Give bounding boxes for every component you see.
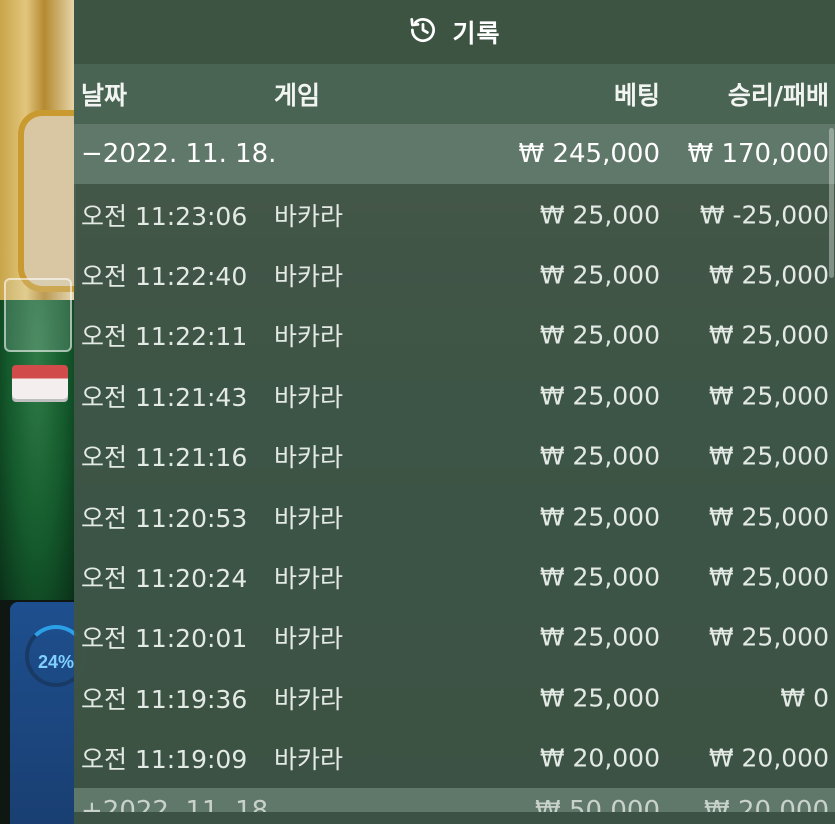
column-date: 날짜 [81, 81, 128, 110]
column-game: 게임 [274, 81, 321, 110]
progress-label: 24% [38, 652, 75, 672]
card-deck [12, 365, 68, 399]
scrollbar[interactable] [829, 128, 834, 278]
row-game: 바카라 [274, 563, 344, 593]
row-bet: ₩ 25,000 [539, 502, 660, 532]
row-time: 오전 11:21:43 [81, 382, 248, 412]
row-time: 오전 11:20:24 [81, 563, 248, 593]
row-time: 오전 11:22:40 [81, 261, 248, 291]
row-result: ₩ 25,000 [708, 260, 829, 290]
table-row: 오전 11:21:43 바카라 ₩ 25,000 ₩ 25,000 [74, 366, 835, 426]
table-row: 오전 11:19:36 바카라 ₩ 25,000 ₩ 0 [74, 668, 835, 728]
group-date: +2022. 11. 18. [81, 796, 277, 813]
group-bet-total: ₩ 245,000 [518, 139, 661, 170]
table-row: 오전 11:22:40 바카라 ₩ 25,000 ₩ 25,000 [74, 245, 835, 305]
card-shoe [4, 278, 72, 352]
row-bet: ₩ 25,000 [539, 381, 660, 411]
table-row: 오전 11:19:09 바카라 ₩ 20,000 ₩ 20,000 [74, 728, 835, 788]
table-row: 오전 11:20:01 바카라 ₩ 25,000 ₩ 25,000 [74, 607, 835, 667]
row-game: 바카라 [274, 503, 344, 533]
row-time: 오전 11:20:01 [81, 624, 248, 654]
table-row: 오전 11:20:24 바카라 ₩ 25,000 ₩ 25,000 [74, 547, 835, 607]
row-bet: ₩ 25,000 [539, 441, 660, 471]
row-result: ₩ 0 [780, 683, 829, 713]
column-bet: 베팅 [613, 81, 660, 110]
group-date: −2022. 11. 18. [81, 139, 277, 170]
group-result-total: ₩ 20,000 [704, 796, 829, 813]
row-bet: ₩ 25,000 [539, 562, 660, 592]
row-result: ₩ 20,000 [708, 743, 829, 773]
table-row: 오전 11:22:11 바카라 ₩ 25,000 ₩ 25,000 [74, 305, 835, 365]
row-time: 오전 11:21:16 [81, 443, 248, 473]
row-bet: ₩ 25,000 [539, 683, 660, 713]
row-bet: ₩ 25,000 [539, 260, 660, 290]
row-game: 바카라 [274, 382, 344, 412]
group-bet-total: ₩ 50,000 [535, 796, 660, 813]
row-time: 오전 11:19:09 [81, 745, 248, 775]
row-result: ₩ 25,000 [708, 622, 829, 652]
row-game: 바카라 [274, 624, 344, 654]
row-time: 오전 11:23:06 [81, 201, 248, 231]
history-header: 기록 [74, 0, 835, 64]
pillar-arch [18, 110, 76, 292]
table-row: 오전 11:20:53 바카라 ₩ 25,000 ₩ 25,000 [74, 486, 835, 546]
row-result: ₩ 25,000 [708, 320, 829, 350]
row-game: 바카라 [274, 322, 344, 352]
history-title: 기록 [452, 19, 501, 48]
table-row: 오전 11:21:16 바카라 ₩ 25,000 ₩ 25,000 [74, 426, 835, 486]
table-row: 오전 11:23:06 바카라 ₩ 25,000 ₩ -25,000 [74, 184, 835, 244]
date-group-row[interactable]: +2022. 11. 18. ₩ 50,000 ₩ 20,000 [74, 788, 835, 813]
column-result: 승리/패배 [727, 81, 829, 110]
group-result-total: ₩ 170,000 [687, 139, 830, 170]
row-time: 오전 11:20:53 [81, 503, 248, 533]
row-game: 바카라 [274, 745, 344, 775]
row-result: ₩ 25,000 [708, 502, 829, 532]
row-bet: ₩ 25,000 [539, 622, 660, 652]
row-time: 오전 11:19:36 [81, 684, 248, 714]
row-bet: ₩ 25,000 [539, 200, 660, 230]
row-result: ₩ 25,000 [708, 562, 829, 592]
row-game: 바카라 [274, 261, 344, 291]
row-bet: ₩ 25,000 [539, 320, 660, 350]
row-game: 바카라 [274, 201, 344, 231]
history-icon [408, 15, 438, 49]
row-result: ₩ 25,000 [708, 381, 829, 411]
row-bet: ₩ 20,000 [539, 743, 660, 773]
decorative-pillar [0, 0, 76, 300]
row-game: 바카라 [274, 443, 344, 473]
row-result: ₩ -25,000 [699, 200, 829, 230]
date-group-row[interactable]: −2022. 11. 18. ₩ 245,000 ₩ 170,000 [74, 124, 835, 185]
history-panel: 기록 날짜 게임 베팅 승리/패배 −2022. 11. 18. ₩ 245,0… [74, 0, 835, 824]
row-game: 바카라 [274, 684, 344, 714]
row-time: 오전 11:22:11 [81, 322, 248, 352]
table-header: 날짜 게임 베팅 승리/패배 [74, 64, 835, 124]
row-result: ₩ 25,000 [708, 441, 829, 471]
